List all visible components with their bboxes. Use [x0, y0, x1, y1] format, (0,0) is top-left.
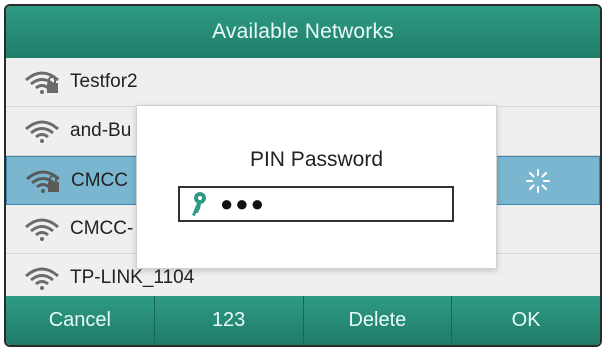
screen-frame: Available Networks Testfor2 and-Bu CMCC …	[4, 4, 602, 347]
loading-spinner-icon	[525, 168, 551, 194]
ok-button[interactable]: OK	[451, 296, 600, 345]
cancel-button[interactable]: Cancel	[6, 296, 154, 345]
pin-value-masked: ●●●	[220, 191, 266, 216]
network-item-testfor2[interactable]: Testfor2	[6, 58, 600, 107]
wifi-icon	[22, 215, 62, 243]
input-mode-123-button[interactable]: 123	[153, 296, 303, 345]
key-icon	[186, 190, 212, 218]
pin-password-dialog: PIN Password ●●●	[136, 105, 497, 269]
network-ssid: CMCC-	[70, 218, 134, 239]
network-ssid: Testfor2	[70, 71, 138, 92]
wifi-locked-icon	[23, 167, 63, 195]
wifi-locked-icon	[22, 68, 62, 96]
wifi-icon	[22, 117, 62, 145]
header: Available Networks	[6, 6, 600, 58]
wifi-icon	[22, 264, 62, 292]
page-title: Available Networks	[212, 20, 394, 43]
pin-password-input[interactable]: ●●●	[178, 186, 454, 222]
dialog-title: PIN Password	[249, 148, 384, 171]
delete-button[interactable]: Delete	[302, 296, 452, 345]
network-ssid: CMCC	[71, 169, 128, 191]
network-ssid: and-Bu	[70, 120, 132, 141]
network-ssid: TP-LINK_1104	[70, 267, 195, 288]
softkey-bar: Cancel 123 Delete OK	[6, 296, 600, 345]
